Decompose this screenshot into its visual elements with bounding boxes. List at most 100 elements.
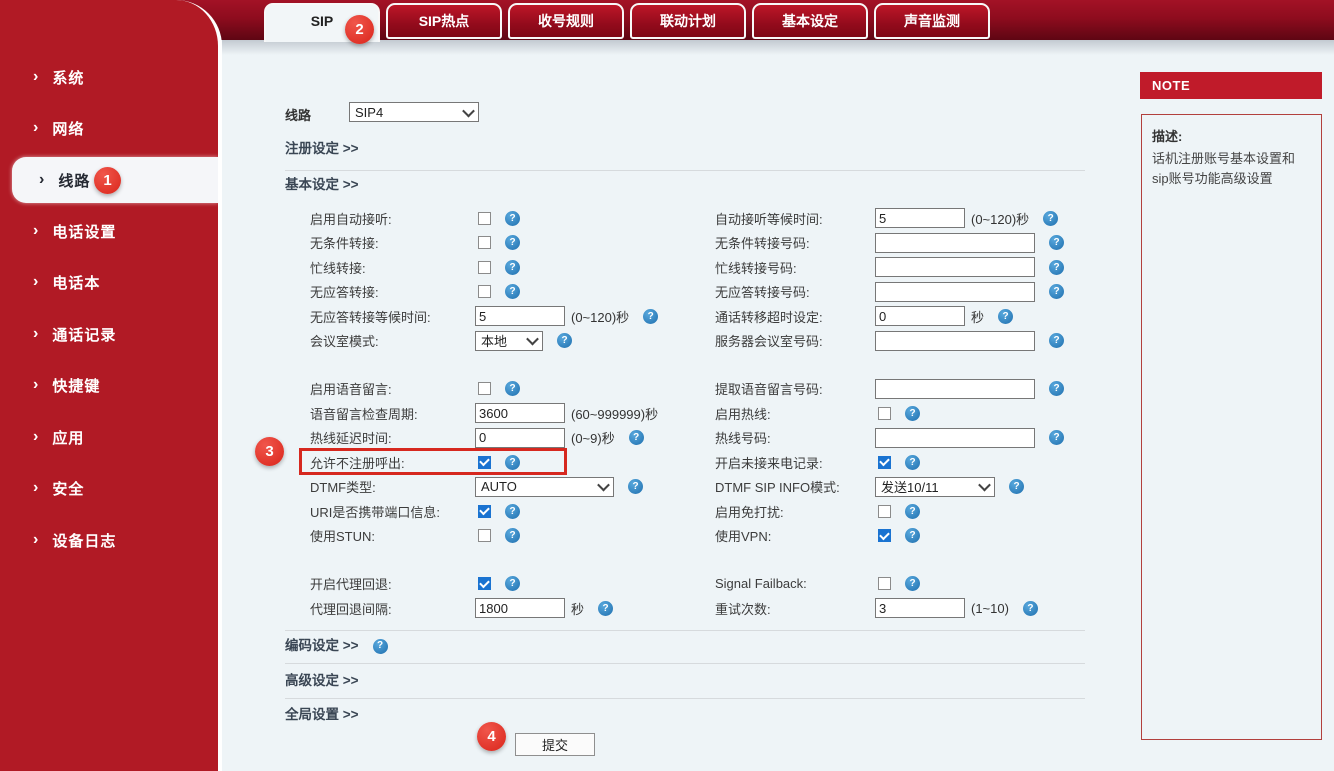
tab-dial-rule[interactable]: 收号规则 xyxy=(508,3,624,39)
checkbox[interactable] xyxy=(878,407,891,420)
help-icon[interactable]: ? xyxy=(1049,235,1064,250)
checkbox[interactable] xyxy=(878,505,891,518)
help-icon[interactable]: ? xyxy=(905,528,920,543)
select[interactable]: 发送10/11 xyxy=(875,477,995,497)
help-icon[interactable]: ? xyxy=(1049,284,1064,299)
sidebar-item-security[interactable]: ›安全 xyxy=(0,465,218,511)
field-suffix: (0~9)秒 xyxy=(571,428,615,447)
sidebar-item-application[interactable]: ›应用 xyxy=(0,414,218,460)
help-icon[interactable]: ? xyxy=(505,504,520,519)
help-icon[interactable]: ? xyxy=(1023,601,1038,616)
help-icon[interactable]: ? xyxy=(505,284,520,299)
help-icon[interactable]: ? xyxy=(373,639,388,654)
help-icon[interactable]: ? xyxy=(505,260,520,275)
help-icon[interactable]: ? xyxy=(1043,211,1058,226)
sidebar-item-phone-settings[interactable]: › 电话设置 xyxy=(0,208,218,254)
section-codec[interactable]: 编码设定 >> ? xyxy=(285,637,388,655)
checkbox[interactable] xyxy=(478,456,491,469)
checkbox[interactable] xyxy=(478,382,491,395)
form-row: DTMF类型:AUTO?DTMF SIP INFO模式:发送10/11? xyxy=(285,475,1085,500)
field-label: 允许不注册呼出: xyxy=(285,453,475,472)
section-register[interactable]: 注册设定 >> xyxy=(285,140,359,158)
submit-button[interactable]: 提交 xyxy=(515,733,595,756)
sidebar-item-phonebook[interactable]: ›电话本 xyxy=(0,259,218,305)
chevron-right-icon: › xyxy=(33,222,38,240)
help-icon[interactable]: ? xyxy=(629,430,644,445)
field-controls: ? xyxy=(475,455,715,470)
chevron-right-icon: › xyxy=(33,68,38,86)
section-basic[interactable]: 基本设定 >> xyxy=(285,176,359,194)
help-icon[interactable]: ? xyxy=(505,235,520,250)
sidebar-item-network[interactable]: ›网络 xyxy=(0,105,218,151)
text-input[interactable] xyxy=(875,233,1035,253)
checkbox[interactable] xyxy=(478,236,491,249)
help-icon[interactable]: ? xyxy=(505,381,520,396)
help-icon[interactable]: ? xyxy=(1009,479,1024,494)
sidebar: ›系统›网络›线路›电话设置›电话本›通话记录›快捷键›应用›安全›设备日志 xyxy=(0,0,222,771)
checkbox[interactable] xyxy=(478,577,491,590)
text-input[interactable] xyxy=(475,428,565,448)
tab-basic-settings[interactable]: 基本设定 xyxy=(752,3,868,39)
help-icon[interactable]: ? xyxy=(905,455,920,470)
checkbox[interactable] xyxy=(478,212,491,225)
help-icon[interactable]: ? xyxy=(1049,260,1064,275)
help-icon[interactable]: ? xyxy=(557,333,572,348)
help-icon[interactable]: ? xyxy=(905,504,920,519)
text-input[interactable] xyxy=(875,428,1035,448)
help-icon[interactable]: ? xyxy=(1049,333,1064,348)
text-input[interactable] xyxy=(475,306,565,326)
text-input[interactable] xyxy=(875,331,1035,351)
chevron-down-icon xyxy=(597,479,610,492)
text-input[interactable] xyxy=(875,257,1035,277)
tab-action-plan[interactable]: 联动计划 xyxy=(630,3,746,39)
text-input[interactable] xyxy=(875,379,1035,399)
field-suffix: (0~120)秒 xyxy=(571,307,629,326)
text-input[interactable] xyxy=(875,208,965,228)
sidebar-item-device-log[interactable]: ›设备日志 xyxy=(0,517,218,563)
field-label: 无应答转接号码: xyxy=(715,282,875,301)
sidebar-item-system[interactable]: › 系统 xyxy=(0,54,218,100)
checkbox[interactable] xyxy=(478,285,491,298)
help-icon[interactable]: ? xyxy=(505,211,520,226)
line-select[interactable]: SIP4 xyxy=(349,102,479,122)
form-row: 热线延迟时间:(0~9)秒?热线号码:? xyxy=(285,426,1085,451)
section-global[interactable]: 全局设置 >> xyxy=(285,706,359,724)
help-icon[interactable]: ? xyxy=(1049,381,1064,396)
checkbox[interactable] xyxy=(478,529,491,542)
checkbox[interactable] xyxy=(878,529,891,542)
help-icon[interactable]: ? xyxy=(505,455,520,470)
select[interactable]: 本地 xyxy=(475,331,543,351)
help-icon[interactable]: ? xyxy=(905,406,920,421)
select[interactable]: AUTO xyxy=(475,477,614,497)
checkbox[interactable] xyxy=(878,577,891,590)
sidebar-item-function-key[interactable]: ›快捷键 xyxy=(0,362,218,408)
checkbox[interactable] xyxy=(478,505,491,518)
text-input[interactable] xyxy=(475,598,565,618)
section-advanced[interactable]: 高级设定 >> xyxy=(285,672,359,690)
text-input[interactable] xyxy=(875,282,1035,302)
help-icon[interactable]: ? xyxy=(598,601,613,616)
field-controls: (0~120)秒? xyxy=(875,208,1085,228)
field-label: DTMF类型: xyxy=(285,477,475,496)
check-icon xyxy=(479,456,490,467)
tab-sound-monitor[interactable]: 声音监测 xyxy=(874,3,990,39)
checkbox[interactable] xyxy=(878,456,891,469)
sidebar-item-label: 系统 xyxy=(52,67,84,88)
section-codec-label: 编码设定 >> xyxy=(285,637,359,655)
tab-sip-hotspot[interactable]: SIP热点 xyxy=(386,3,502,39)
sidebar-item-label: 电话设置 xyxy=(52,221,116,242)
field-controls: (0~9)秒? xyxy=(475,428,715,448)
help-icon[interactable]: ? xyxy=(643,309,658,324)
help-icon[interactable]: ? xyxy=(905,576,920,591)
help-icon[interactable]: ? xyxy=(1049,430,1064,445)
text-input[interactable] xyxy=(475,403,565,423)
help-icon[interactable]: ? xyxy=(505,576,520,591)
help-icon[interactable]: ? xyxy=(628,479,643,494)
checkbox[interactable] xyxy=(478,261,491,274)
sidebar-item-call-logs[interactable]: ›通话记录 xyxy=(0,311,218,357)
help-icon[interactable]: ? xyxy=(505,528,520,543)
text-input[interactable] xyxy=(875,598,965,618)
field-controls: ? xyxy=(875,576,1085,591)
text-input[interactable] xyxy=(875,306,965,326)
help-icon[interactable]: ? xyxy=(998,309,1013,324)
